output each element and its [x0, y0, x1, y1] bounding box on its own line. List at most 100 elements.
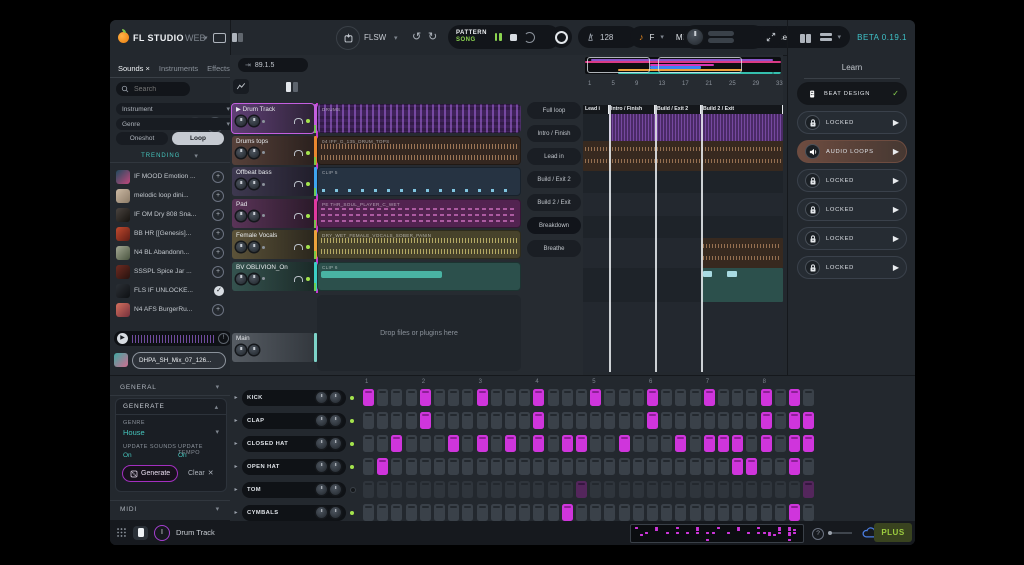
track-pan-knob[interactable]	[249, 274, 259, 284]
step-cell[interactable]	[619, 435, 630, 452]
step-cell[interactable]	[434, 504, 445, 521]
step-cell[interactable]	[548, 504, 559, 521]
add-sound-icon[interactable]: +	[212, 171, 224, 183]
step-cell[interactable]	[462, 435, 473, 452]
arrangement-grid[interactable]: Drop files or plugins here Lead iIntro /…	[583, 105, 783, 372]
step-cell[interactable]	[732, 504, 743, 521]
channel-led[interactable]	[350, 487, 356, 493]
add-sound-icon[interactable]: +	[212, 190, 224, 202]
help-icon[interactable]: ?	[812, 528, 824, 540]
step-cell[interactable]	[363, 435, 374, 452]
step-cell[interactable]	[576, 481, 587, 498]
step-cell[interactable]	[789, 412, 800, 429]
channel-pill[interactable]: CLAP	[242, 413, 346, 429]
step-cell[interactable]	[462, 389, 473, 406]
section-breathe[interactable]: Breathe	[527, 240, 581, 257]
step-cell[interactable]	[491, 504, 502, 521]
step-cell[interactable]	[661, 389, 672, 406]
learn-item-locked[interactable]: LOCKED▶	[797, 111, 907, 134]
redo-icon[interactable]: ↻	[428, 30, 437, 43]
track-led[interactable]	[306, 182, 310, 186]
step-cell[interactable]	[619, 458, 630, 475]
track-volume-knob[interactable]	[236, 274, 246, 284]
genre-filter[interactable]: Genre▾	[116, 118, 236, 130]
step-cell[interactable]	[434, 412, 445, 429]
update-tempo-value[interactable]: On	[178, 452, 187, 459]
step-cell[interactable]	[704, 481, 715, 498]
section-build-2-exit[interactable]: Build 2 / Exit	[527, 194, 581, 211]
step-cell[interactable]	[420, 435, 431, 452]
step-cell[interactable]	[391, 389, 402, 406]
layout-toggle-icon[interactable]	[286, 82, 298, 92]
step-cell[interactable]	[519, 435, 530, 452]
selected-sound-row[interactable]: DHPA_SH_Mix_07_126...	[114, 351, 226, 369]
save-project-button[interactable]	[336, 26, 360, 50]
key-value[interactable]: F	[650, 33, 655, 42]
search-box[interactable]	[116, 82, 190, 96]
step-cell[interactable]	[391, 412, 402, 429]
step-cell[interactable]	[477, 458, 488, 475]
step-cell[interactable]	[477, 481, 488, 498]
step-cell[interactable]	[491, 458, 502, 475]
step-cell[interactable]	[647, 389, 658, 406]
step-cell[interactable]	[448, 389, 459, 406]
step-cell[interactable]	[363, 389, 374, 406]
step-cell[interactable]	[420, 481, 431, 498]
play-icon[interactable]: ▶	[893, 205, 899, 214]
play-icon[interactable]: ▶	[893, 176, 899, 185]
step-cell[interactable]	[732, 389, 743, 406]
step-cell[interactable]	[548, 458, 559, 475]
step-cell[interactable]	[505, 412, 516, 429]
step-cell[interactable]	[420, 412, 431, 429]
channel-pan-knob[interactable]	[330, 507, 341, 518]
step-cell[interactable]	[519, 412, 530, 429]
step-cell[interactable]	[746, 389, 757, 406]
channel-pan-knob[interactable]	[330, 461, 341, 472]
learn-item-locked[interactable]: LOCKED▶	[797, 227, 907, 250]
section-lead-in[interactable]: Lead in	[527, 148, 581, 165]
minimap-viewport[interactable]	[587, 57, 650, 73]
track-led[interactable]	[306, 151, 310, 155]
step-cell[interactable]	[604, 435, 615, 452]
step-cell[interactable]	[576, 435, 587, 452]
step-cell[interactable]	[519, 504, 530, 521]
step-cell[interactable]	[647, 458, 658, 475]
clip-bv-oblivion_on[interactable]: CLIP 6	[317, 262, 521, 291]
headphones-icon[interactable]	[294, 150, 303, 156]
step-cell[interactable]	[789, 458, 800, 475]
step-cell[interactable]	[761, 458, 772, 475]
track-led[interactable]	[306, 119, 310, 123]
step-cell[interactable]	[718, 412, 729, 429]
step-cell[interactable]	[690, 458, 701, 475]
genre-select[interactable]: House▾	[123, 428, 219, 437]
learn-item-locked[interactable]: LOCKED▶	[797, 256, 907, 279]
project-chevron-icon[interactable]: ▾	[394, 34, 398, 42]
step-cell[interactable]	[533, 435, 544, 452]
step-cell[interactable]	[533, 412, 544, 429]
step-cell[interactable]	[562, 504, 573, 521]
track-pan-knob[interactable]	[249, 242, 259, 252]
section-breakdown[interactable]: Breakdown	[527, 217, 581, 234]
sound-list-item[interactable]: BB HR [[Genesis]...+	[114, 224, 226, 243]
step-cell[interactable]	[633, 435, 644, 452]
step-cell[interactable]	[505, 435, 516, 452]
step-cell[interactable]	[789, 504, 800, 521]
step-cell[interactable]	[746, 458, 757, 475]
oneshot-toggle[interactable]: Oneshot	[116, 132, 168, 145]
split-view-icon[interactable]	[232, 33, 243, 42]
step-cell[interactable]	[633, 412, 644, 429]
step-cell[interactable]	[604, 481, 615, 498]
plus-button[interactable]: PLUS	[874, 523, 912, 542]
step-cell[interactable]	[704, 435, 715, 452]
update-sounds-value[interactable]: On	[123, 452, 132, 459]
step-cell[interactable]	[633, 389, 644, 406]
step-cell[interactable]	[619, 504, 630, 521]
step-cell[interactable]	[576, 504, 587, 521]
step-cell[interactable]	[590, 504, 601, 521]
step-cell[interactable]	[661, 458, 672, 475]
step-cell[interactable]	[562, 481, 573, 498]
step-cell[interactable]	[803, 412, 814, 429]
step-cell[interactable]	[803, 435, 814, 452]
step-cell[interactable]	[406, 504, 417, 521]
step-cell[interactable]	[690, 481, 701, 498]
